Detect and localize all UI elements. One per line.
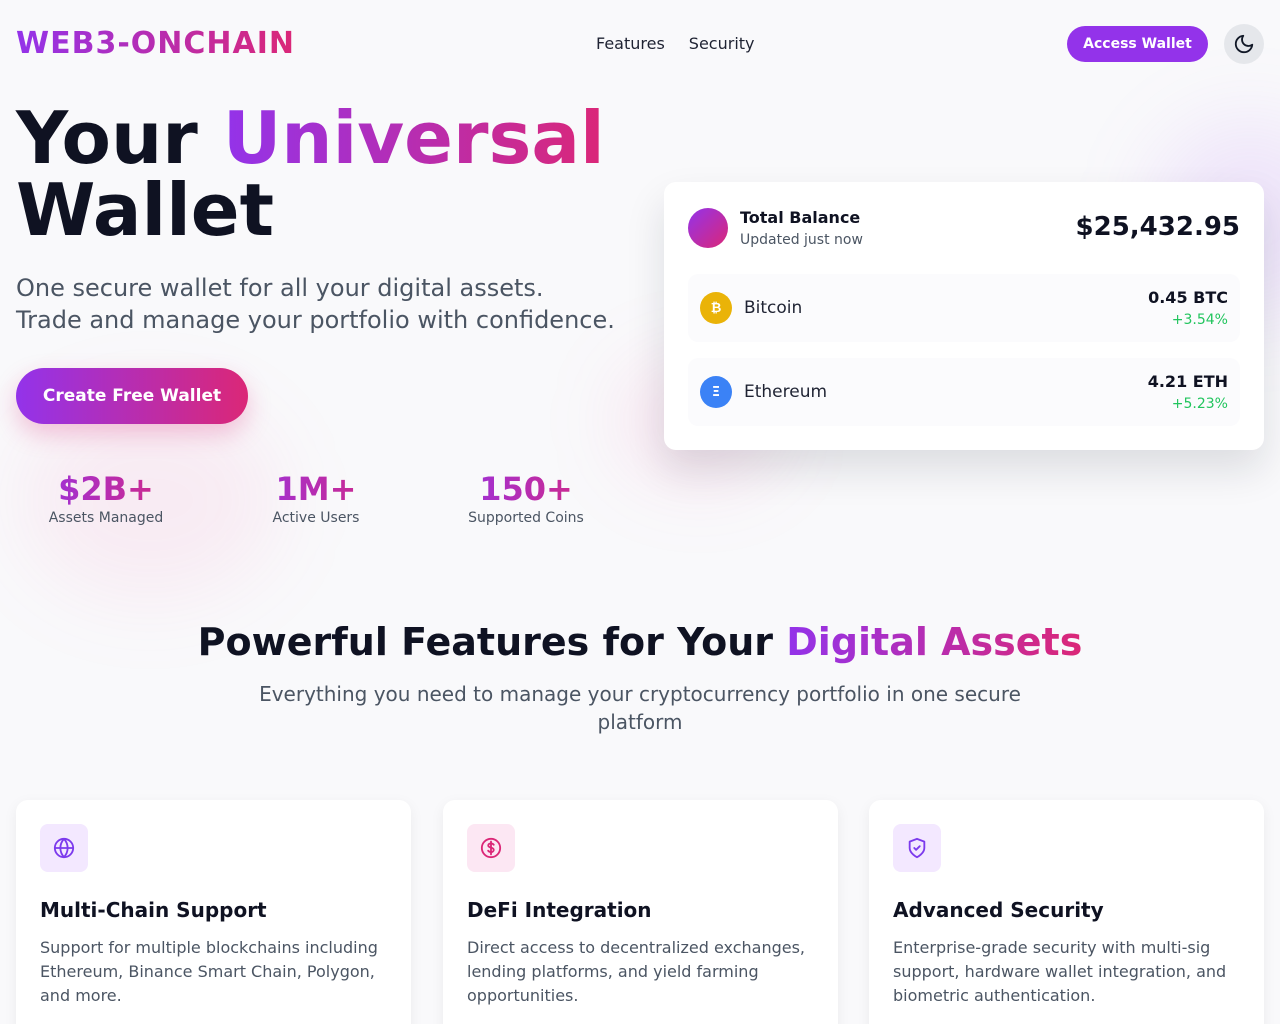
balance-card: Total Balance Updated just now $25,432.9… xyxy=(664,182,1264,450)
feature-title: Advanced Security xyxy=(893,898,1104,922)
hero-title-highlight: Universal xyxy=(222,96,605,180)
feature-icon-box xyxy=(467,824,515,872)
stat-supported-coins: 150+ Supported Coins xyxy=(436,470,616,526)
bitcoin-icon: ₿ xyxy=(700,292,732,324)
nav-link-features[interactable]: Features xyxy=(596,34,665,53)
globe-icon xyxy=(53,837,75,859)
asset-row-bitcoin[interactable]: ₿ Bitcoin 0.45 BTC +3.54% xyxy=(688,274,1240,342)
asset-amount: 0.45 BTC xyxy=(1148,288,1228,307)
feature-description: Direct access to decentralized exchanges… xyxy=(467,938,806,1005)
feature-icon-box xyxy=(40,824,88,872)
features-subtitle: Everything you need to manage your crypt… xyxy=(259,682,1021,734)
nav-link-security[interactable]: Security xyxy=(689,34,755,53)
ethereum-icon: Ξ xyxy=(700,376,732,408)
asset-name: Ethereum xyxy=(744,382,828,402)
site-logo[interactable]: WEB3-ONCHAIN xyxy=(16,26,295,61)
asset-change: +3.54% xyxy=(1171,312,1228,328)
asset-change: +5.23% xyxy=(1171,396,1228,412)
feature-title: Multi-Chain Support xyxy=(40,898,267,922)
stat-label: Supported Coins xyxy=(468,510,584,526)
moon-icon xyxy=(1234,34,1254,54)
feature-icon-box xyxy=(893,824,941,872)
stat-assets-managed: $2B+ Assets Managed xyxy=(16,470,196,526)
create-wallet-button[interactable]: Create Free Wallet xyxy=(16,368,248,424)
stat-label: Assets Managed xyxy=(48,510,164,526)
feature-card-multichain: Multi-Chain Support Support for multiple… xyxy=(16,800,411,1024)
hero-subtitle: One secure wallet for all your digital a… xyxy=(16,272,636,336)
site-header: WEB3-ONCHAIN Features Security Access Wa… xyxy=(0,0,1280,88)
balance-title: Total Balance xyxy=(740,208,861,227)
feature-description: Enterprise-grade security with multi-sig… xyxy=(893,938,1227,1005)
features-title: Powerful Features for Your Digital Asset… xyxy=(0,620,1280,664)
main-nav: Features Security xyxy=(596,34,755,53)
features-title-main: Powerful Features for Your xyxy=(197,620,774,664)
asset-amount: 4.21 ETH xyxy=(1147,372,1228,391)
stat-active-users: 1M+ Active Users xyxy=(226,470,406,526)
dollar-circle-icon xyxy=(480,837,502,859)
balance-updated: Updated just now xyxy=(740,232,863,248)
shield-check-icon xyxy=(908,837,926,859)
hero-title-wallet: Wallet xyxy=(16,168,275,252)
stat-value: 150+ xyxy=(436,470,616,508)
hero-subtitle-line1: One secure wallet for all your digital a… xyxy=(16,274,544,302)
feature-card-security: Advanced Security Enterprise-grade secur… xyxy=(869,800,1264,1024)
hero-subtitle-line2: Trade and manage your portfolio with con… xyxy=(16,306,615,334)
feature-card-defi: DeFi Integration Direct access to decent… xyxy=(443,800,838,1024)
features-title-highlight: Digital Assets xyxy=(786,620,1083,664)
feature-description: Support for multiple blockchains includi… xyxy=(40,938,378,1005)
stat-label: Active Users xyxy=(272,510,360,526)
access-wallet-button[interactable]: Access Wallet xyxy=(1067,26,1208,62)
feature-title: DeFi Integration xyxy=(467,898,652,922)
balance-amount: $25,432.95 xyxy=(1075,212,1240,242)
theme-toggle-button[interactable] xyxy=(1224,24,1264,64)
stat-value: 1M+ xyxy=(226,470,406,508)
asset-name: Bitcoin xyxy=(744,298,803,318)
stat-value: $2B+ xyxy=(16,470,196,508)
wallet-avatar xyxy=(688,208,728,248)
hero-title: Your Universal Wallet xyxy=(16,102,605,246)
asset-row-ethereum[interactable]: Ξ Ethereum 4.21 ETH +5.23% xyxy=(688,358,1240,426)
